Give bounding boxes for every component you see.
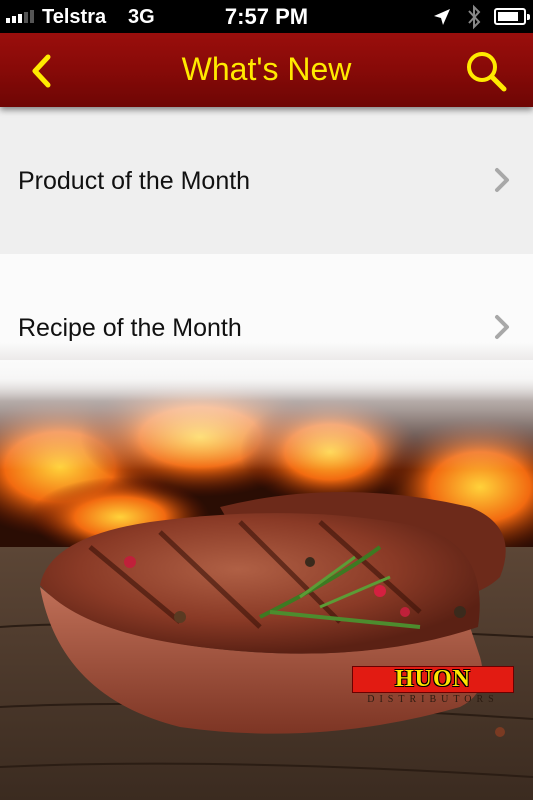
logo-badge: HUON [352, 666, 514, 693]
location-arrow-icon [434, 9, 450, 25]
chevron-right-icon [495, 168, 509, 192]
menu-list: Product of the Month Recipe of the Month [0, 107, 533, 401]
menu-item-recipe-of-the-month[interactable]: Recipe of the Month [0, 254, 533, 401]
navigation-bar: What's New [0, 33, 533, 107]
search-icon[interactable] [462, 47, 510, 95]
status-bar: Telstra 3G 7:57 PM [0, 0, 533, 33]
page-title: What's New [181, 51, 352, 87]
logo-tagline: DISTRIBUTORS [367, 694, 499, 705]
menu-item-label: Recipe of the Month [18, 314, 242, 342]
menu-item-label: Product of the Month [18, 167, 251, 195]
huon-logo: HUON DISTRIBUTORS [352, 666, 514, 706]
logo-name: HUON [395, 666, 471, 692]
status-clock: 7:57 PM [224, 4, 309, 29]
chevron-right-icon [495, 315, 509, 339]
battery-icon [494, 8, 530, 25]
bluetooth-icon [468, 4, 481, 30]
menu-item-product-of-the-month[interactable]: Product of the Month [0, 107, 533, 254]
